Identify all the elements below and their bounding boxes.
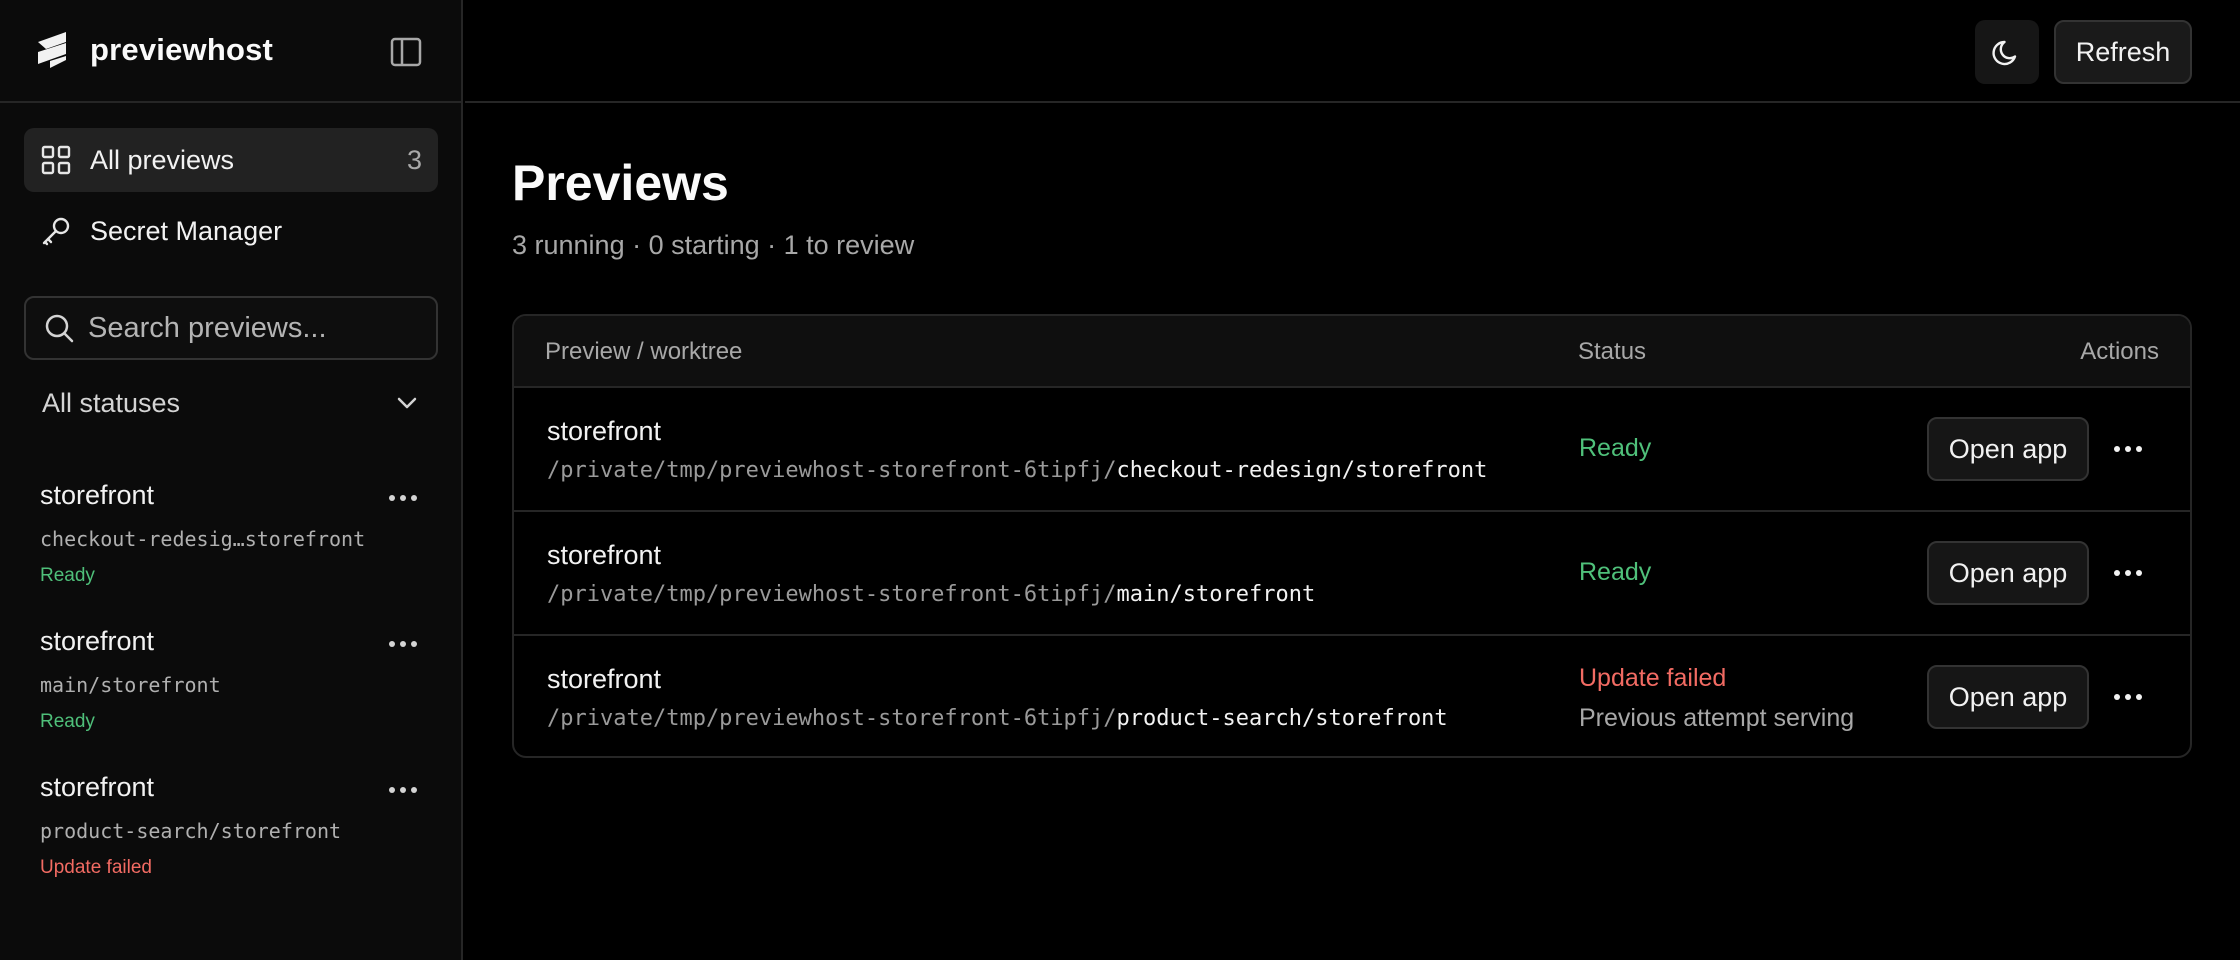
sidebar-preview-item[interactable]: storefront main/storefront Ready	[40, 626, 440, 746]
more-options-icon[interactable]	[386, 634, 420, 654]
status-badge: Ready	[40, 711, 95, 732]
page-title: Previews	[512, 155, 729, 211]
sidebar-toggle-icon[interactable]	[388, 34, 424, 70]
table-row: storefront /private/tmp/previewhost-stor…	[514, 388, 2190, 512]
column-header-actions: Actions	[2080, 338, 2159, 365]
more-options-icon[interactable]	[2111, 439, 2145, 459]
open-app-button[interactable]: Open app	[1927, 417, 2089, 481]
preview-name: storefront	[40, 626, 155, 656]
preview-name: storefront	[547, 664, 662, 694]
table-header: Preview / worktree Status Actions	[514, 316, 2190, 388]
top-bar: Refresh	[465, 0, 2240, 103]
status-badge: Update failed	[40, 857, 152, 878]
sidebar: previewhost All previews 3 Secret Manage…	[0, 0, 463, 960]
more-options-icon[interactable]	[386, 488, 420, 508]
table-row: storefront /private/tmp/previewhost-stor…	[514, 512, 2190, 636]
path-suffix: product-search/storefront	[1116, 706, 1448, 731]
open-app-button[interactable]: Open app	[1927, 665, 2089, 729]
theme-toggle-button[interactable]	[1975, 20, 2039, 84]
sidebar-preview-item[interactable]: storefront product-search/storefront Upd…	[40, 772, 440, 892]
page-summary: 3 running · 0 starting · 1 to review	[512, 230, 915, 260]
table-row: storefront /private/tmp/previewhost-stor…	[514, 636, 2190, 756]
previewhost-logo-icon	[38, 32, 66, 68]
moon-icon	[1992, 40, 2017, 66]
preview-name: storefront	[40, 772, 155, 802]
key-icon	[42, 217, 70, 246]
status-filter-value: All statuses	[42, 387, 181, 418]
nav-label: All previews	[90, 144, 235, 175]
path-prefix: /private/tmp/previewhost-storefront-6tip…	[547, 458, 1117, 483]
search-box	[24, 296, 438, 360]
more-options-icon[interactable]	[386, 780, 420, 800]
sidebar-preview-item[interactable]: storefront checkout-redesig…storefront R…	[40, 480, 440, 600]
column-header-preview: Preview / worktree	[545, 338, 743, 365]
worktree-path: /private/tmp/previewhost-storefront-6tip…	[547, 458, 1487, 483]
sidebar-item-secret-manager[interactable]: Secret Manager	[24, 199, 438, 263]
status-badge: Ready	[1579, 558, 1652, 586]
chevron-down-icon	[397, 397, 417, 409]
preview-name: storefront	[547, 540, 662, 570]
worktree-path: /private/tmp/previewhost-storefront-6tip…	[547, 706, 1448, 731]
brand[interactable]: previewhost	[36, 30, 273, 70]
status-badge: Update failed	[1579, 664, 1727, 692]
more-options-icon[interactable]	[2111, 563, 2145, 583]
app-name: previewhost	[90, 32, 274, 67]
nav-label: Secret Manager	[90, 215, 283, 246]
preview-count-badge: 3	[406, 144, 422, 175]
sidebar-item-all-previews[interactable]: All previews 3	[24, 128, 438, 192]
preview-path: checkout-redesig…storefront	[40, 527, 366, 551]
column-header-status: Status	[1578, 338, 1647, 365]
preview-name: storefront	[40, 480, 155, 510]
path-suffix: checkout-redesign/storefront	[1116, 458, 1488, 483]
status-note: Previous attempt serving	[1579, 704, 1855, 732]
path-suffix: main/storefront	[1116, 582, 1316, 607]
open-app-button[interactable]: Open app	[1927, 541, 2089, 605]
grid-icon	[41, 145, 71, 175]
preview-path: main/storefront	[40, 673, 221, 697]
search-input[interactable]	[88, 311, 428, 345]
preview-path: product-search/storefront	[40, 819, 342, 843]
refresh-button[interactable]: Refresh	[2054, 20, 2192, 84]
worktree-path: /private/tmp/previewhost-storefront-6tip…	[547, 582, 1315, 607]
main-content: Refresh Previews 3 running · 0 starting …	[465, 0, 2240, 960]
search-icon	[45, 314, 74, 343]
status-badge: Ready	[40, 565, 95, 586]
previews-table: Preview / worktree Status Actions storef…	[512, 314, 2192, 758]
path-prefix: /private/tmp/previewhost-storefront-6tip…	[547, 706, 1117, 731]
preview-name: storefront	[547, 416, 662, 446]
path-prefix: /private/tmp/previewhost-storefront-6tip…	[547, 582, 1117, 607]
more-options-icon[interactable]	[2111, 687, 2145, 707]
status-filter-select[interactable]: All statuses	[24, 378, 438, 428]
status-badge: Ready	[1579, 434, 1652, 462]
sidebar-header: previewhost	[0, 0, 461, 103]
